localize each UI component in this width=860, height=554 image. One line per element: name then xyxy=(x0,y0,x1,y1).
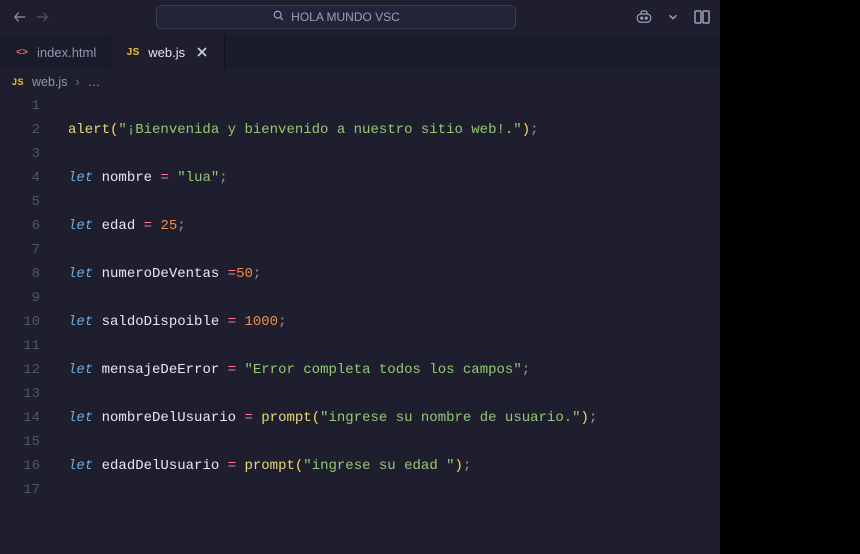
nav-arrows xyxy=(12,9,50,25)
code-area[interactable]: alert("¡Bienvenida y bienvenido a nuestr… xyxy=(56,94,720,554)
code-line: let nombreDelUsuario = prompt("ingrese s… xyxy=(68,406,720,430)
breadcrumb-file: web.js xyxy=(32,75,67,89)
chevron-down-icon[interactable] xyxy=(668,7,678,27)
code-line xyxy=(68,502,720,526)
code-line: let edad = 25; xyxy=(68,214,720,238)
close-icon[interactable] xyxy=(194,44,210,60)
tab-label: web.js xyxy=(148,45,185,60)
search-box[interactable]: HOLA MUNDO VSC xyxy=(156,5,516,29)
vscode-window: HOLA MUNDO VSC <> index.html JS web.js xyxy=(0,0,720,554)
code-line: let numeroDeVentas =50; xyxy=(68,262,720,286)
copilot-icon[interactable] xyxy=(634,7,654,27)
code-line: let nombre = "lua"; xyxy=(68,166,720,190)
code-line: let saldoDispoible = 1000; xyxy=(68,310,720,334)
breadcrumb[interactable]: JS web.js › … xyxy=(0,70,720,94)
html-file-icon: <> xyxy=(14,44,30,60)
search-text: HOLA MUNDO VSC xyxy=(291,10,400,24)
js-file-icon: JS xyxy=(125,44,141,60)
tab-label: index.html xyxy=(37,45,96,60)
nav-forward-icon[interactable] xyxy=(34,9,50,25)
editor[interactable]: 1 2 3 4 5 6 7 8 9 10 11 12 13 14 15 16 1… xyxy=(0,94,720,554)
breadcrumb-trail: … xyxy=(88,75,101,89)
command-center[interactable]: HOLA MUNDO VSC xyxy=(58,5,614,29)
search-icon xyxy=(272,9,285,25)
code-line: let edadDelUsuario = prompt("ingrese su … xyxy=(68,454,720,478)
code-line: console.log(nombreDelUsuario); xyxy=(68,550,720,554)
tab-bar: <> index.html JS web.js xyxy=(0,34,720,70)
tab-web-js[interactable]: JS web.js xyxy=(111,34,225,70)
tab-index-html[interactable]: <> index.html xyxy=(0,34,111,70)
code-line: alert("¡Bienvenida y bienvenido a nuestr… xyxy=(68,118,720,142)
layout-icon[interactable] xyxy=(692,7,712,27)
code-line: let mensajeDeError = "Error completa tod… xyxy=(68,358,720,382)
js-file-icon: JS xyxy=(12,77,24,87)
titlebar-right-icons xyxy=(634,7,712,27)
chevron-right-icon: › xyxy=(75,75,79,89)
gutter: 1 2 3 4 5 6 7 8 9 10 11 12 13 14 15 16 1… xyxy=(0,94,56,554)
titlebar: HOLA MUNDO VSC xyxy=(0,0,720,34)
nav-back-icon[interactable] xyxy=(12,9,28,25)
